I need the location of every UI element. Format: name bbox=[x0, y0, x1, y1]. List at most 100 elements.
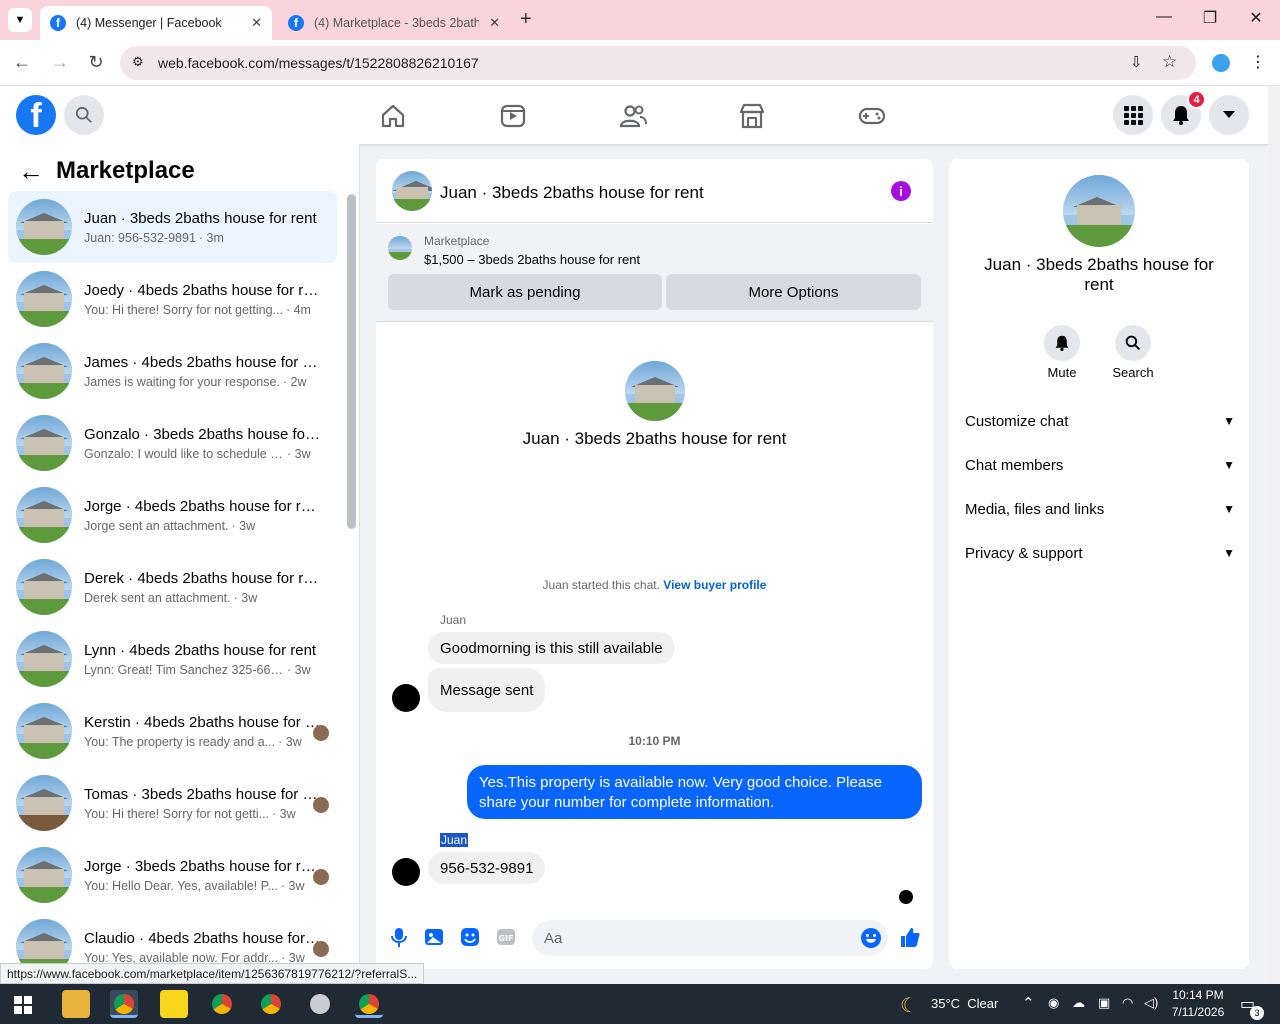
listing-thumbnail[interactable] bbox=[388, 236, 412, 260]
minimize-button[interactable]: — bbox=[1152, 8, 1176, 26]
privacy-support-section[interactable]: Privacy & support ▼ bbox=[965, 541, 1235, 565]
show-hidden-icons[interactable]: ⌃ bbox=[1022, 994, 1035, 1012]
conversation-item[interactable]: Juan · 3beds 2baths house for rent Juan: … bbox=[8, 191, 337, 263]
home-icon[interactable] bbox=[379, 102, 407, 130]
mute-button[interactable] bbox=[1044, 325, 1080, 361]
conversation-text: Tomas · 3beds 2baths house for rent You: … bbox=[84, 786, 324, 821]
svg-text:GIF: GIF bbox=[498, 934, 513, 943]
close-tab-icon[interactable]: ✕ bbox=[243, 15, 262, 31]
conversation-text: Joedy · 4beds 2baths house for rent You: … bbox=[84, 282, 324, 317]
browser-menu-icon[interactable]: ⋮ bbox=[1250, 52, 1266, 72]
message-bubble[interactable]: Message sent bbox=[428, 668, 546, 712]
chat-avatar[interactable] bbox=[392, 171, 432, 211]
more-options-button[interactable]: More Options bbox=[666, 274, 921, 310]
site-info-icon[interactable]: ⚙ bbox=[132, 54, 144, 70]
conversation-preview: Gonzalo: I would like to schedule a... bbox=[84, 446, 284, 461]
like-thumb-icon[interactable] bbox=[899, 926, 921, 948]
extension-icon[interactable] bbox=[1212, 54, 1230, 72]
close-tab-icon[interactable]: ✕ bbox=[481, 15, 500, 31]
bookmark-star-icon[interactable]: ☆ bbox=[1162, 52, 1177, 72]
video-icon[interactable] bbox=[499, 102, 527, 130]
windows-start-icon[interactable] bbox=[14, 996, 32, 1014]
conversation-name: Jorge · 3beds 2baths house for rent bbox=[84, 857, 320, 875]
back-arrow-icon[interactable]: ← bbox=[18, 156, 44, 187]
tray-icon[interactable]: ▣ bbox=[1098, 995, 1110, 1011]
account-button[interactable] bbox=[1209, 95, 1249, 135]
sticker-icon[interactable] bbox=[459, 926, 481, 948]
friends-icon[interactable] bbox=[619, 102, 647, 130]
chrome-icon[interactable] bbox=[355, 990, 383, 1018]
forward-button[interactable]: → bbox=[48, 52, 72, 73]
conversation-item[interactable]: Tomas · 3beds 2baths house for rent You: … bbox=[8, 767, 337, 839]
sender-avatar[interactable] bbox=[392, 858, 420, 886]
conversation-item[interactable]: Kerstin · 4beds 2baths house for rent You… bbox=[8, 695, 337, 767]
conversation-item[interactable]: Derek · 4beds 2baths house for rent Derek… bbox=[8, 551, 337, 623]
chrome-icon[interactable] bbox=[110, 990, 138, 1018]
conversation-item[interactable]: Gonzalo · 3beds 2baths house for rent Gon… bbox=[8, 407, 337, 479]
message-bubble[interactable]: Goodmorning is this still available bbox=[428, 632, 675, 664]
tab-marketplace[interactable]: f (4) Marketplace - 3beds 2baths ✕ bbox=[278, 6, 510, 40]
clock-time[interactable]: 10:14 PM bbox=[1170, 988, 1226, 1002]
photo-icon[interactable] bbox=[423, 926, 445, 948]
reload-button[interactable]: ↻ bbox=[84, 52, 108, 73]
maximize-button[interactable]: ❐ bbox=[1198, 8, 1222, 28]
sender-avatar[interactable] bbox=[392, 684, 420, 712]
conversation-preview: You: The property is ready and a... bbox=[84, 734, 276, 749]
search-button[interactable] bbox=[64, 95, 104, 135]
close-window-button[interactable]: ✕ bbox=[1244, 8, 1268, 28]
facebook-logo[interactable]: f bbox=[16, 95, 56, 135]
new-tab-button[interactable]: + bbox=[520, 8, 532, 31]
conversation-item[interactable]: Lynn · 4beds 2baths house for rent Lynn: … bbox=[8, 623, 337, 695]
conversation-item[interactable]: Jorge · 4beds 2baths house for rent Jorge… bbox=[8, 479, 337, 551]
chrome-icon[interactable] bbox=[257, 990, 285, 1018]
tray-icon[interactable]: ◉ bbox=[1048, 995, 1059, 1011]
message-input[interactable]: Aa bbox=[532, 920, 888, 956]
message-bubble-outgoing[interactable]: Yes.This property is available now. Very… bbox=[467, 765, 922, 819]
volume-icon[interactable]: ◁) bbox=[1144, 995, 1158, 1011]
weather-moon-icon: ☾ bbox=[900, 995, 918, 1017]
microphone-icon[interactable] bbox=[388, 926, 410, 948]
tab-messenger[interactable]: f (4) Messenger | Facebook ✕ bbox=[40, 6, 272, 40]
file-explorer-icon[interactable] bbox=[62, 990, 90, 1018]
menu-button[interactable] bbox=[1113, 95, 1153, 135]
conversation-item[interactable]: James · 4beds 2baths house for rent James… bbox=[8, 335, 337, 407]
marketplace-icon[interactable] bbox=[738, 102, 766, 130]
scrollbar[interactable] bbox=[347, 194, 356, 529]
conversation-preview-row: You: Hi there! Sorry for not getting... ·… bbox=[84, 303, 324, 317]
wifi-icon[interactable]: ◠ bbox=[1122, 995, 1133, 1011]
intro-avatar[interactable] bbox=[625, 361, 685, 421]
install-app-icon[interactable]: ⇩ bbox=[1130, 53, 1143, 71]
clock-date[interactable]: 7/11/2026 bbox=[1170, 1005, 1226, 1019]
sticky-notes-icon[interactable] bbox=[160, 990, 188, 1018]
page-scrollbar[interactable] bbox=[1268, 86, 1280, 984]
chrome-icon[interactable] bbox=[208, 990, 236, 1018]
tray-icon[interactable]: ☁ bbox=[1072, 995, 1085, 1011]
app-icon[interactable] bbox=[306, 990, 334, 1018]
message-bubble[interactable]: 956-532-9891 bbox=[428, 852, 546, 884]
search-in-chat-button[interactable] bbox=[1115, 325, 1151, 361]
mark-as-pending-button[interactable]: Mark as pending bbox=[388, 274, 662, 310]
conversation-thumbnail bbox=[16, 775, 72, 831]
conversation-text: Lynn · 4beds 2baths house for rent Lynn: … bbox=[84, 642, 324, 677]
conversation-item[interactable]: Jorge · 3beds 2baths house for rent You: … bbox=[8, 839, 337, 911]
media-files-section[interactable]: Media, files and links ▼ bbox=[965, 497, 1235, 521]
listing-title[interactable]: $1,500 – 3beds 2baths house for rent bbox=[424, 252, 640, 267]
conversation-time: · 2w bbox=[282, 374, 307, 389]
info-icon[interactable]: i bbox=[891, 181, 911, 201]
conversation-name: Kerstin · 4beds 2baths house for rent bbox=[84, 713, 320, 731]
chat-title[interactable]: Juan · 3beds 2baths house for rent bbox=[440, 183, 704, 203]
bell-icon bbox=[1173, 106, 1189, 125]
customize-chat-section[interactable]: Customize chat ▼ bbox=[965, 409, 1235, 433]
tab-list-button[interactable]: ▼ bbox=[8, 8, 32, 32]
chevron-down-icon: ▼ bbox=[1223, 502, 1235, 516]
chat-members-section[interactable]: Chat members ▼ bbox=[965, 453, 1235, 477]
view-buyer-profile-link[interactable]: View buyer profile bbox=[663, 578, 766, 592]
gaming-icon[interactable] bbox=[858, 102, 886, 130]
gif-icon[interactable]: GIF bbox=[495, 926, 517, 948]
profile-avatar[interactable] bbox=[1063, 175, 1135, 247]
address-bar[interactable]: ⚙ web.facebook.com/messages/t/1522808826… bbox=[120, 46, 1196, 80]
back-button[interactable]: ← bbox=[10, 52, 34, 73]
weather-text[interactable]: 35°C Clear bbox=[931, 996, 998, 1011]
emoji-icon[interactable] bbox=[860, 927, 882, 949]
conversation-item[interactable]: Joedy · 4beds 2baths house for rent You: … bbox=[8, 263, 337, 335]
